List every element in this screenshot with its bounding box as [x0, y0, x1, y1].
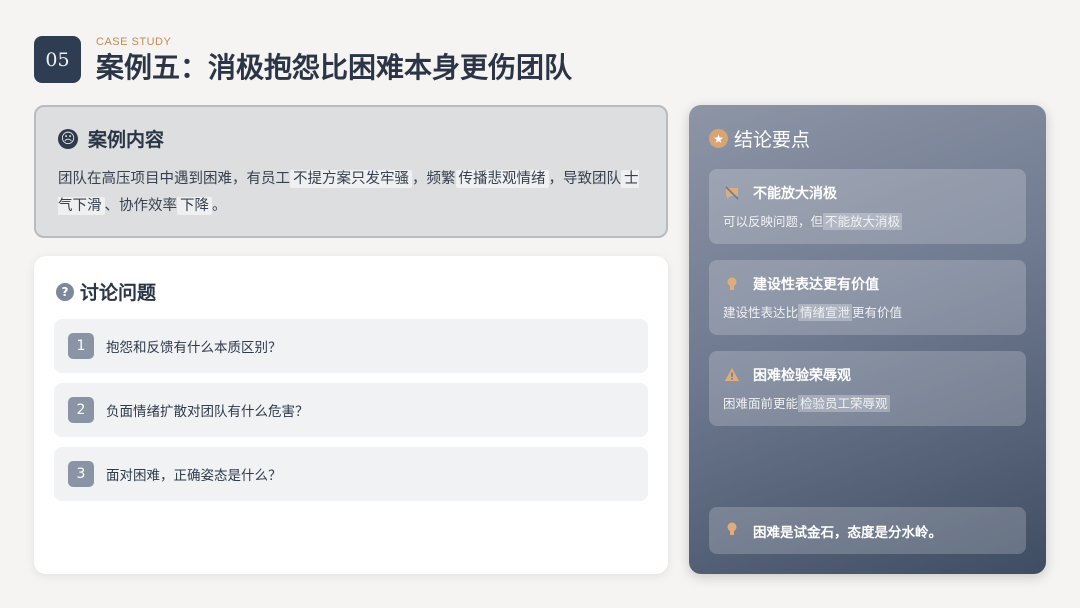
conclusion-point-3: 困难检验荣辱观 困难面前更能 检验员工荣辱观 [709, 351, 1026, 426]
discussion-card: ? 讨论问题 1 抱怨和反馈有什么本质区别？ 2 负面情绪扩散对团队有什么危害？… [34, 256, 668, 574]
conclusion-heading: 结论要点 [734, 129, 811, 151]
point-description: 建设性表达比 情绪宣泄 更有价值 [723, 302, 1012, 321]
sad-face-icon: ☹ [58, 128, 78, 149]
case-text-part: 、协作效率 [104, 198, 178, 214]
point-desc-tail: 更有价值 [852, 305, 903, 320]
case-text-part: 。 [212, 198, 227, 214]
point-desc-highlight: 不能放大消极 [823, 213, 903, 230]
conclusion-header: ★ 结论要点 [709, 125, 1026, 152]
case-number-badge: 05 [34, 36, 81, 83]
question-text: 抱怨和反馈有什么本质区别？ [106, 340, 282, 356]
case-content-heading: 案例内容 [88, 129, 165, 151]
point-title: 困难检验荣辱观 [753, 368, 851, 384]
question-item-1: 1 抱怨和反馈有什么本质区别？ [54, 319, 648, 373]
star-icon: ★ [709, 129, 728, 148]
quote-text: 困难是试金石，态度是分水岭。 [753, 524, 942, 541]
point-desc-text: 可以反映问题，但 [723, 214, 824, 229]
point-desc-text: 困难面前更能 [723, 396, 799, 411]
question-icon: ? [56, 282, 74, 301]
case-text-part: 团队在高压项目中遇到困难，有员工 [58, 171, 290, 187]
conclusion-point-2: 建设性表达更有价值 建设性表达比 情绪宣泄 更有价值 [709, 260, 1026, 335]
question-number: 2 [68, 397, 94, 423]
case-text-highlight: 下降 [177, 197, 212, 215]
case-text-part: ，频繁 [412, 171, 456, 187]
lightbulb-icon [723, 275, 741, 293]
point-desc-highlight: 检验员工荣辱观 [798, 395, 890, 412]
no-comment-icon [723, 184, 741, 202]
case-text-highlight: 不提方案只发牢骚 [290, 170, 412, 188]
point-desc-highlight: 情绪宣泄 [798, 304, 853, 321]
discussion-header: ? 讨论问题 [56, 278, 648, 305]
question-item-3: 3 面对困难，正确姿态是什么？ [54, 447, 648, 501]
case-text-highlight: 传播悲观情绪 [455, 170, 549, 188]
warning-icon [723, 366, 741, 384]
page-title: 案例五：消极抱怨比困难本身更伤团队 [96, 51, 573, 84]
lightbulb-icon [723, 521, 741, 541]
question-text: 面对困难，正确姿态是什么？ [106, 468, 282, 484]
point-title: 不能放大消极 [753, 186, 837, 202]
discussion-heading: 讨论问题 [80, 282, 157, 304]
question-item-2: 2 负面情绪扩散对团队有什么危害？ [54, 383, 648, 437]
case-content-card: ☹ 案例内容 团队在高压项目中遇到困难，有员工 不提方案只发牢骚 ，频繁 传播悲观情绪… [34, 105, 668, 238]
point-description: 困难面前更能 检验员工荣辱观 [723, 393, 1012, 412]
point-desc-text: 建设性表达比 [723, 305, 799, 320]
conclusion-panel: ★ 结论要点 不能放大消极 可以反映问题，但 不能放大消极 建设性表达更有价值 建… [689, 105, 1046, 574]
case-content-text: 团队在高压项目中遇到困难，有员工 不提方案只发牢骚 ，频繁 传播悲观情绪 ，导致团队 士气… [58, 166, 644, 220]
question-text: 负面情绪扩散对团队有什么危害？ [106, 404, 309, 420]
question-list: 1 抱怨和反馈有什么本质区别？ 2 负面情绪扩散对团队有什么危害？ 3 面对困难… [54, 319, 648, 501]
case-text-part: ，导致团队 [548, 171, 622, 187]
point-description: 可以反映问题，但 不能放大消极 [723, 211, 1012, 230]
question-number: 3 [68, 461, 94, 487]
case-content-header: ☹ 案例内容 [58, 125, 644, 152]
question-number: 1 [68, 333, 94, 359]
conclusion-quote: 困难是试金石，态度是分水岭。 [709, 507, 1026, 554]
conclusion-point-1: 不能放大消极 可以反映问题，但 不能放大消极 [709, 169, 1026, 244]
point-title: 建设性表达更有价值 [753, 277, 879, 293]
